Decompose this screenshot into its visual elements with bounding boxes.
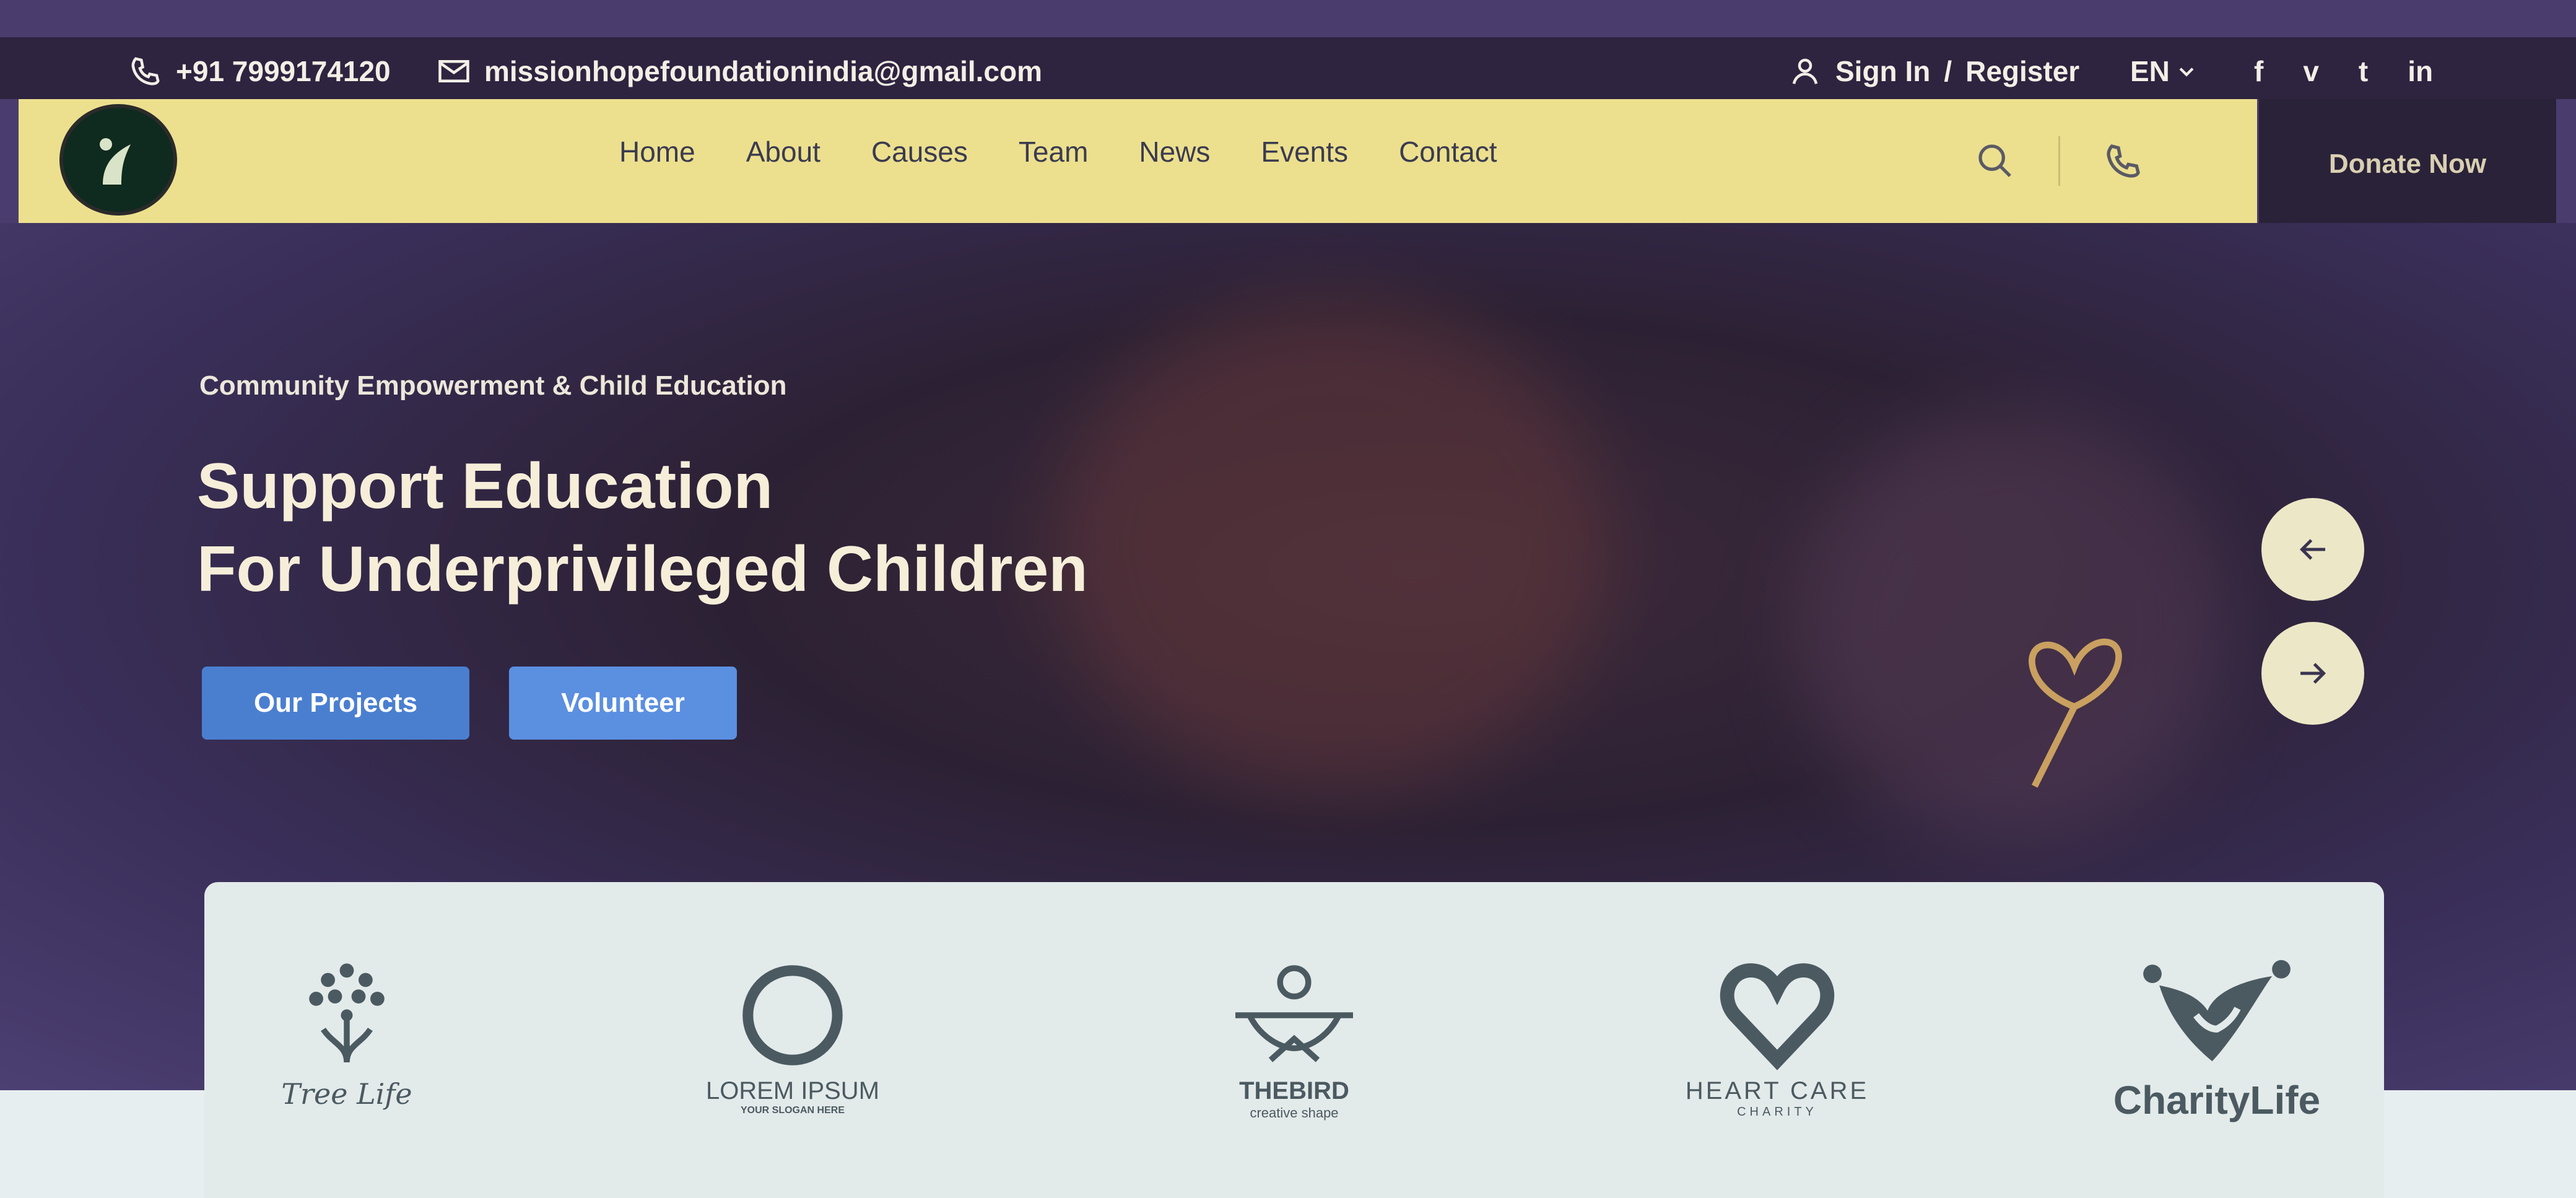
partner-name: HEART CARE [1685,1077,1869,1104]
foundation-logo[interactable] [59,104,177,216]
nav-menu: Home About Causes Team News Events Conta… [619,135,1497,168]
partner-name: LOREM IPSUM [705,1077,880,1104]
email-address: missionhopefoundationindia@gmail.com [484,55,1042,87]
partner-slogan: CHARITY [1737,1105,1817,1119]
nav-item-contact[interactable]: Contact [1399,135,1497,168]
nav-item-team[interactable]: Team [1019,135,1088,168]
top-info-bar: +91 7999174120 missionhopefoundationindi… [0,37,2576,99]
partner-charitylife[interactable]: CharityLife [2062,956,2372,1123]
partner-name: Tree Life [281,1077,412,1111]
nav-item-news[interactable]: News [1139,135,1210,168]
register-link[interactable]: Register [1965,55,2079,88]
hero-eyebrow: Community Empowerment & Child Education [199,370,787,401]
our-projects-button[interactable]: Our Projects [202,667,469,740]
volunteer-button[interactable]: Volunteer [509,667,737,740]
partner-name: THEBIRD [1239,1077,1349,1104]
social-links: f v t in [2254,55,2433,88]
slider-prev-button[interactable] [2261,498,2364,601]
partner-logos: Tree Life LOREM IPSUM YOUR SLOGAN HERE T… [204,882,2384,1198]
charity-heart-icon [2143,960,2291,1062]
slider-next-button[interactable] [2261,622,2364,725]
logo-mark-icon [100,138,131,185]
account-links: Sign In / Register [1788,55,2079,88]
nav-item-causes[interactable]: Causes [871,135,968,168]
heart-icon [1720,963,1835,1070]
language-value: EN [2130,55,2170,87]
phone-number: +91 7999174120 [176,55,391,87]
hero-title-line-1: Support Education [197,450,773,522]
nav-item-events[interactable]: Events [1261,135,1348,168]
partner-name: CharityLife [2113,1078,2321,1122]
heart-doodle-icon [2029,638,2122,788]
nav-item-home[interactable]: Home [619,135,695,168]
mail-icon [438,60,469,82]
phone-icon [131,57,160,85]
phone-contact[interactable]: +91 7999174120 [129,55,391,88]
arrow-right-icon [2300,663,2326,684]
facebook-icon[interactable]: f [2254,55,2263,88]
nav-item-about[interactable]: About [746,135,820,168]
hands-globe-icon [742,965,843,1065]
phone-icon[interactable] [2104,141,2143,181]
hero-title: Support Education For Underprivileged Ch… [197,445,1088,611]
hero-title-line-2: For Underprivileged Children [197,533,1088,605]
user-icon [1792,58,1818,84]
tree-icon [309,963,385,1063]
bird-icon [1235,965,1353,1062]
main-navigation: Home About Causes Team News Events Conta… [19,99,2257,223]
partner-tree-life[interactable]: Tree Life [223,956,471,1111]
account-separator: / [1944,55,1952,87]
sign-in-link[interactable]: Sign In [1835,55,1930,88]
partner-thebird[interactable]: THEBIRD creative shape [1170,956,1418,1121]
arrow-left-icon [2299,539,2325,560]
donate-now-button[interactable]: Donate Now [2259,99,2556,229]
language-selector[interactable]: EN [2130,55,2197,88]
partner-lorem-ipsum[interactable]: LOREM IPSUM YOUR SLOGAN HERE [669,956,916,1116]
nav-divider [2058,136,2060,186]
twitter-icon[interactable]: t [2359,55,2368,88]
email-contact[interactable]: missionhopefoundationindia@gmail.com [437,55,1042,88]
nav-actions [1975,136,2143,186]
partner-heart-care[interactable]: HEART CARE CHARITY [1653,956,1901,1119]
vimeo-icon[interactable]: v [2303,55,2319,88]
hero-photo-glow [1053,297,1610,793]
partner-slogan: YOUR SLOGAN HERE [740,1105,845,1116]
partner-slogan: creative shape [1250,1105,1339,1121]
search-icon[interactable] [1975,141,2015,181]
chevron-down-icon [2179,68,2194,77]
linkedin-icon[interactable]: in [2408,55,2433,88]
